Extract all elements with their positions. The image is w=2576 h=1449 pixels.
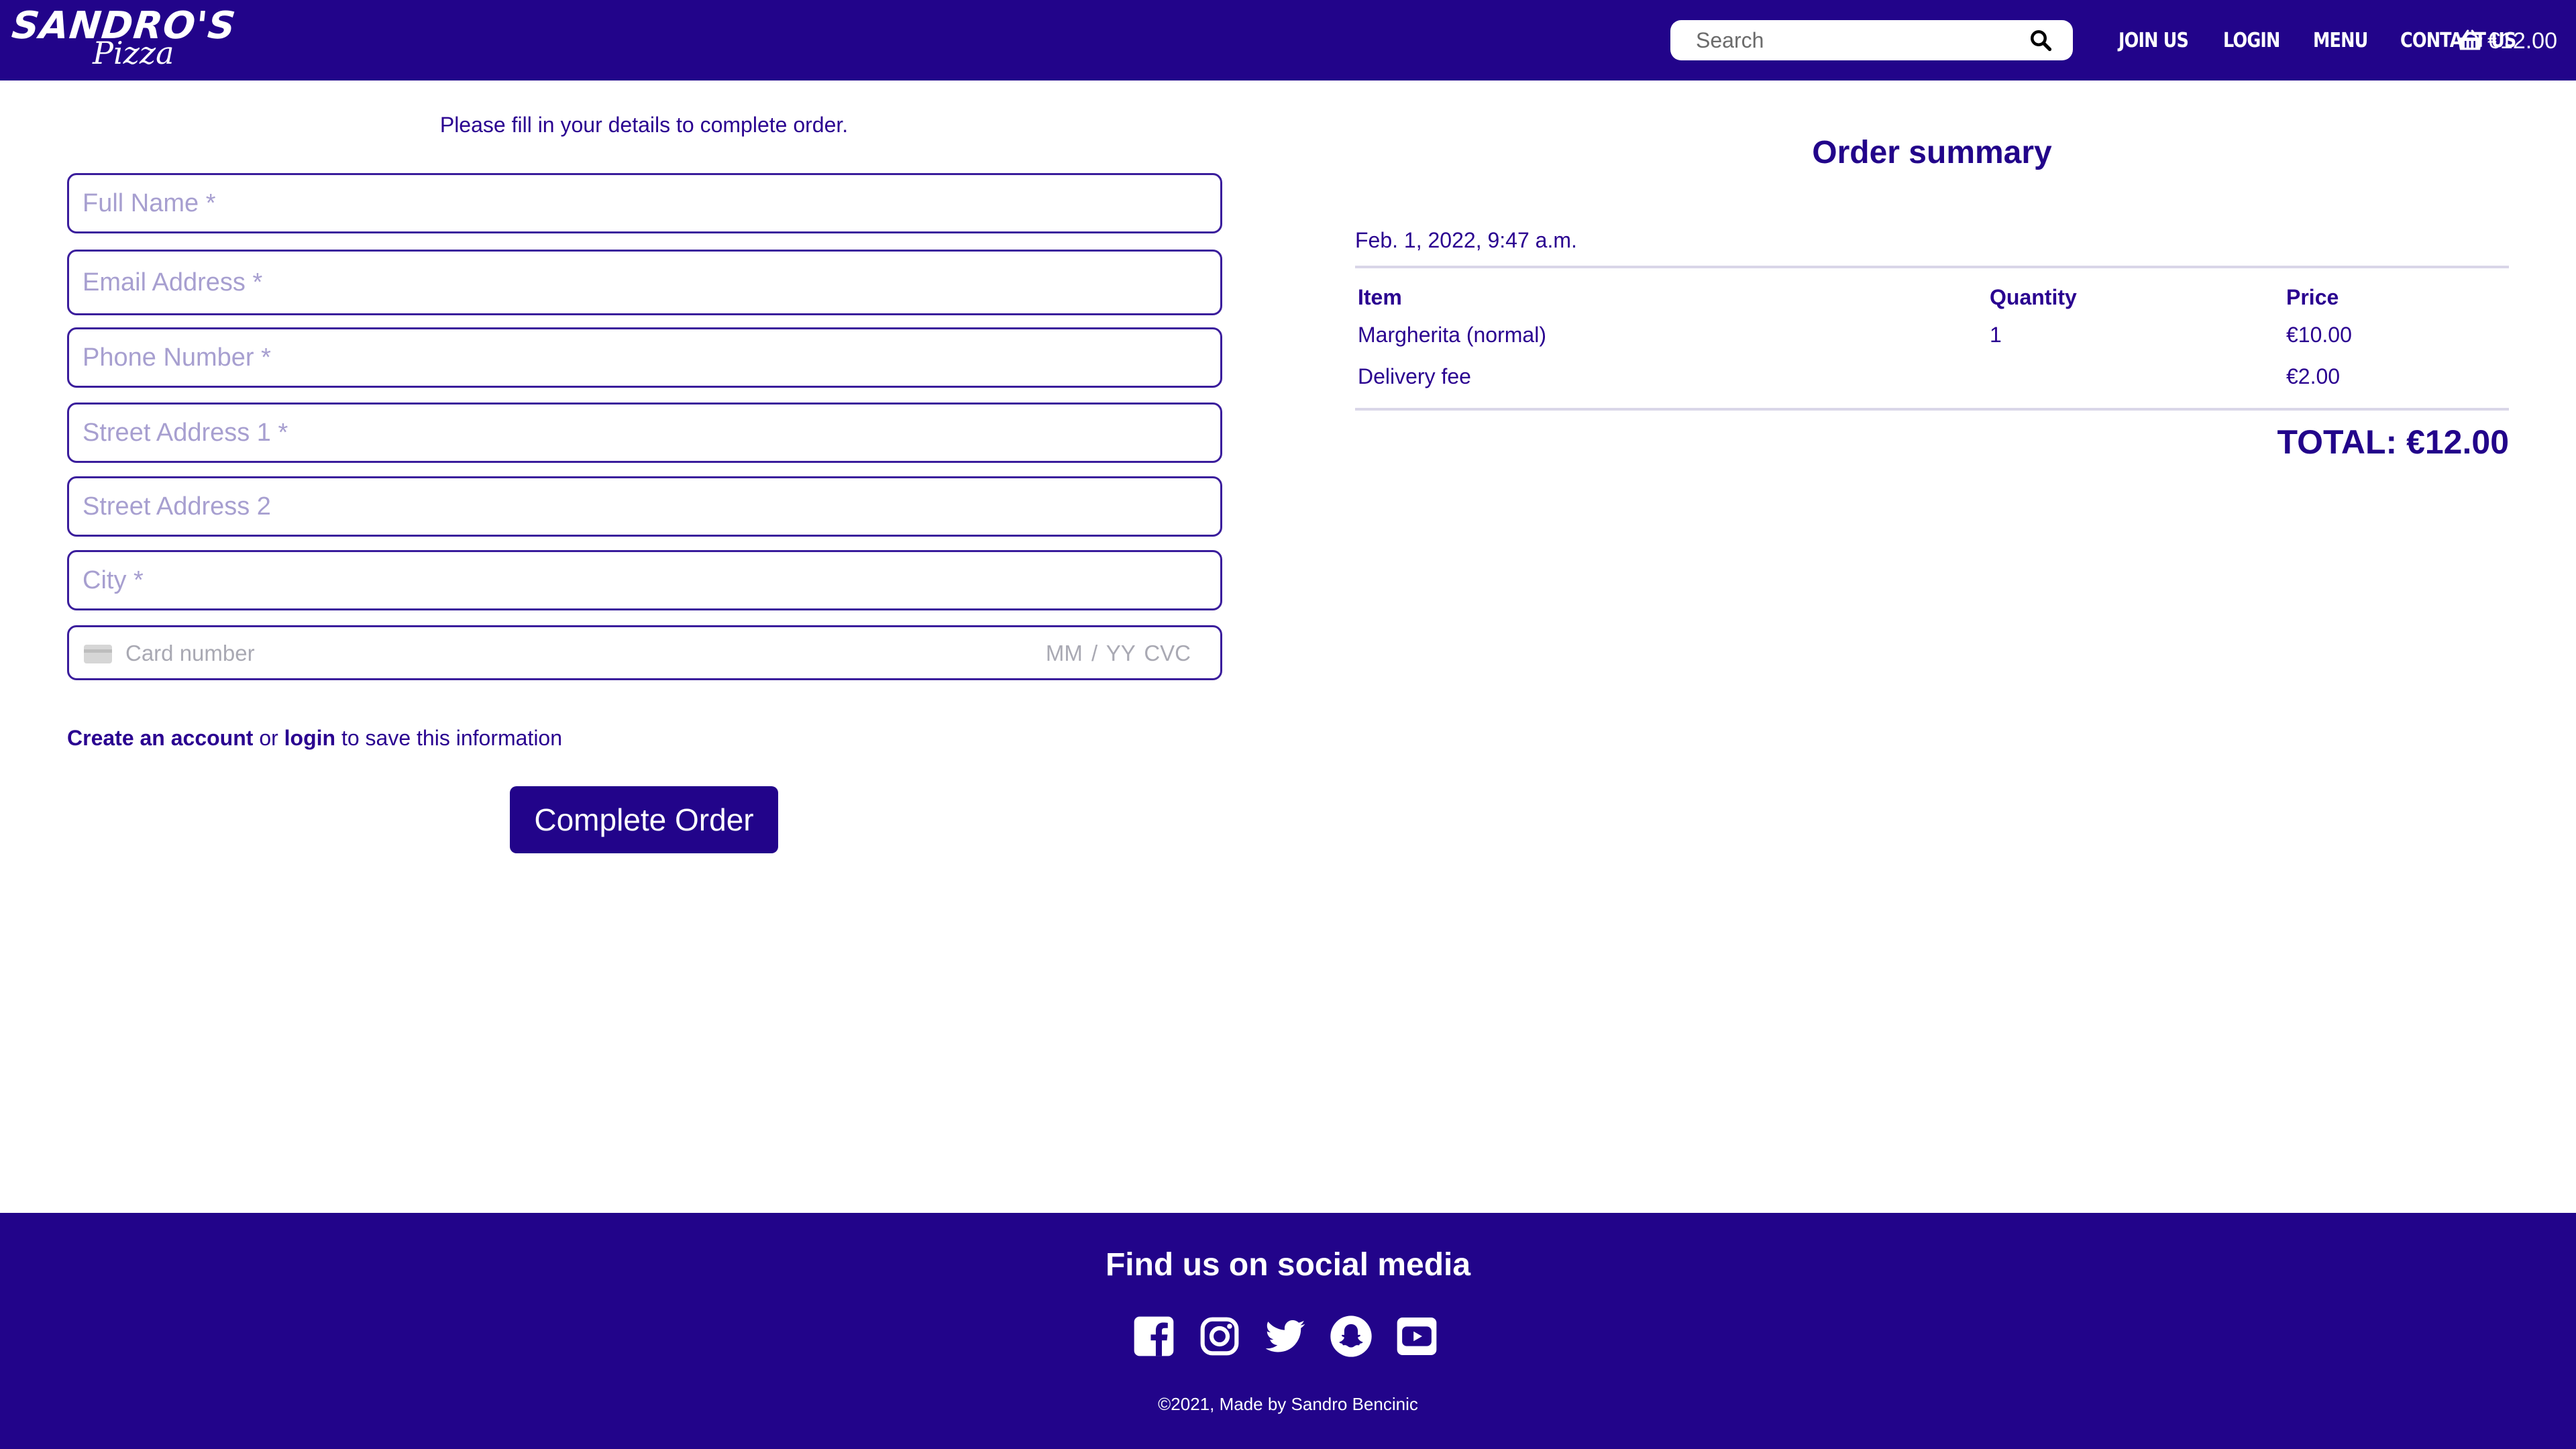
row-item: Delivery fee bbox=[1358, 364, 1471, 388]
footer-title: Find us on social media bbox=[1105, 1247, 1471, 1283]
site-footer: Find us on social media ©2021, Made by S… bbox=[0, 1213, 2576, 1449]
basket-icon bbox=[2457, 30, 2483, 50]
search-button[interactable] bbox=[2029, 28, 2053, 52]
order-table: Item Quantity Price Margherita (normal) … bbox=[1355, 280, 2509, 397]
social-links bbox=[1132, 1315, 1461, 1358]
login-link[interactable]: login bbox=[284, 726, 335, 750]
full-name-field[interactable] bbox=[67, 173, 1222, 233]
facebook-icon[interactable] bbox=[1132, 1315, 1175, 1358]
table-row: Delivery fee €2.00 bbox=[1355, 356, 2509, 397]
card-number-field[interactable]: Card number MM / YY CVC bbox=[67, 625, 1222, 680]
cart-link[interactable]: €12.00 bbox=[2457, 24, 2557, 58]
table-row: Margherita (normal) 1 €10.00 bbox=[1355, 314, 2509, 356]
summary-divider-bottom bbox=[1355, 408, 2509, 411]
save-info-suffix: to save this information bbox=[335, 726, 563, 750]
search-icon bbox=[2031, 30, 2052, 52]
column-quantity: Quantity bbox=[1990, 284, 2077, 309]
order-date: Feb. 1, 2022, 9:47 a.m. bbox=[1355, 228, 1577, 252]
row-item: Margherita (normal) bbox=[1358, 322, 1546, 347]
row-quantity: 1 bbox=[1990, 322, 2002, 347]
create-account-link[interactable]: Create an account bbox=[67, 726, 253, 750]
cart-total: €12.00 bbox=[2487, 28, 2557, 54]
instagram-icon[interactable] bbox=[1198, 1315, 1241, 1358]
city-field[interactable] bbox=[67, 550, 1222, 610]
row-price: €10.00 bbox=[2286, 322, 2352, 347]
summary-divider-top bbox=[1355, 266, 2509, 268]
save-info-text: Create an account or login to save this … bbox=[67, 726, 562, 751]
column-price: Price bbox=[2286, 284, 2339, 309]
order-table-header: Item Quantity Price bbox=[1355, 280, 2509, 314]
order-summary-title: Order summary bbox=[1812, 135, 2052, 170]
order-total: TOTAL: €12.00 bbox=[2277, 423, 2509, 461]
nav-login[interactable]: LOGIN bbox=[2223, 29, 2280, 52]
search-input[interactable] bbox=[1670, 20, 2019, 60]
youtube-icon[interactable] bbox=[1395, 1315, 1438, 1358]
phone-field[interactable] bbox=[67, 327, 1222, 388]
card-expiry-cvc-placeholder: MM / YY CVC bbox=[1045, 641, 1191, 665]
form-intro-text: Please fill in your details to complete … bbox=[439, 113, 849, 137]
search-bar bbox=[1670, 20, 2073, 60]
twitter-icon[interactable] bbox=[1264, 1315, 1307, 1358]
row-quantity bbox=[1987, 356, 2284, 397]
card-number-placeholder: Card number bbox=[125, 641, 255, 665]
credit-card-icon bbox=[84, 645, 112, 663]
complete-order-button[interactable]: Complete Order bbox=[510, 786, 778, 853]
row-price: €2.00 bbox=[2286, 364, 2341, 388]
nav-menu[interactable]: MENU bbox=[2313, 29, 2368, 52]
footer-copyright: ©2021, Made by Sandro Bencinic bbox=[1158, 1394, 1418, 1414]
site-logo[interactable]: SANDRO'S Pizza bbox=[10, 4, 238, 71]
nav-join-us[interactable]: JOIN US bbox=[2118, 29, 2189, 52]
logo-subtitle: Pizza bbox=[93, 35, 174, 71]
snapchat-icon[interactable] bbox=[1330, 1315, 1373, 1358]
save-info-or: or bbox=[253, 726, 284, 750]
column-item: Item bbox=[1358, 284, 1402, 309]
email-field[interactable] bbox=[67, 250, 1222, 315]
street-address-1-field[interactable] bbox=[67, 402, 1222, 463]
street-address-2-field[interactable] bbox=[67, 476, 1222, 537]
top-navbar: SANDRO'S Pizza JOIN US LOGIN MENU CONTAC… bbox=[0, 0, 2576, 80]
